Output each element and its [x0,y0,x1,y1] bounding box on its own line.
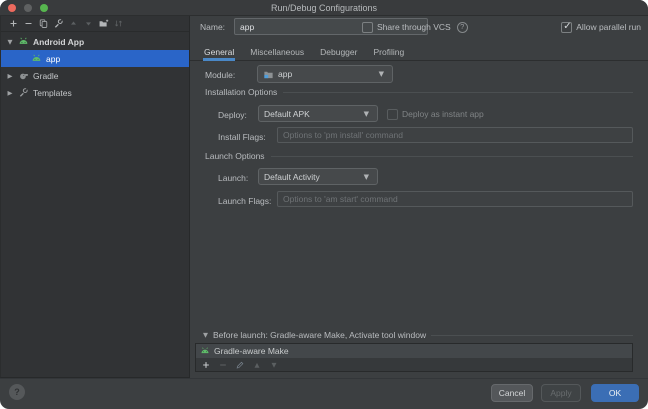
module-dropdown[interactable]: app [257,65,393,83]
sort-configurations-icon [113,18,124,29]
module-value: app [278,69,292,79]
share-vcs-group: Share through VCS [362,20,468,34]
android-icon [18,36,29,47]
config-tabbar: General Miscellaneous Debugger Profiling [190,43,648,61]
copy-configuration-icon[interactable] [38,18,49,29]
chevron-down-icon [364,173,369,181]
share-vcs-label: Share through VCS [377,22,451,32]
traffic-lights [8,4,48,12]
collapse-arrow-icon[interactable] [6,89,14,97]
share-vcs-checkbox[interactable] [362,22,373,33]
footer-separator [0,378,648,379]
android-icon [31,53,42,64]
allow-parallel-group: Allow parallel run [561,20,641,34]
module-folder-icon [263,69,274,80]
close-window-button[interactable] [8,4,16,12]
installation-options-title: Installation Options [205,87,277,97]
titlebar: Run/Debug Configurations [0,0,648,16]
window-title: Run/Debug Configurations [0,0,648,16]
add-task-button[interactable] [201,360,211,370]
help-question-icon[interactable] [457,22,468,33]
before-launch-item-gradle-aware-make[interactable]: Gradle-aware Make [196,344,632,358]
launch-value: Default Activity [264,172,320,182]
launch-options-header: Launch Options [205,151,633,161]
tree-item-android-app[interactable]: Android App [1,33,189,50]
chevron-down-icon [364,110,369,118]
wrench-icon [18,87,29,98]
tab-miscellaneous[interactable]: Miscellaneous [250,43,304,60]
zoom-window-button[interactable] [40,4,48,12]
launch-options-title: Launch Options [205,151,265,161]
ok-button[interactable]: OK [591,384,639,402]
install-flags-input[interactable] [277,127,633,143]
install-flags-label: Install Flags: [218,132,266,142]
launch-flags-label: Launch Flags: [218,196,271,206]
collapse-section-arrow-icon[interactable] [203,331,208,339]
remove-task-icon [218,360,228,370]
minimize-window-button[interactable] [24,4,32,12]
separator-line [271,156,633,157]
deploy-dropdown[interactable]: Default APK [258,105,378,122]
name-label: Name: [200,22,225,32]
tree-item-gradle[interactable]: Gradle [1,67,189,84]
sidebar-toolbar [1,16,189,32]
module-label: Module: [205,70,235,80]
launch-flags-input[interactable] [277,191,633,207]
before-launch-item-label: Gradle-aware Make [214,346,289,356]
help-button[interactable]: ? [9,384,25,400]
move-up-icon [68,18,79,29]
allow-parallel-label: Allow parallel run [576,22,641,32]
edit-defaults-wrench-icon[interactable] [53,18,64,29]
tree-item-label: Android App [33,37,84,47]
before-launch-list: Gradle-aware Make ▲ ▼ [195,343,633,372]
separator-line [283,92,633,93]
tree-item-label: app [46,54,60,64]
tree-item-label: Gradle [33,71,59,81]
allow-parallel-checkbox[interactable] [561,22,572,33]
remove-configuration-button[interactable] [23,18,34,29]
move-task-down-icon: ▼ [269,360,279,370]
separator-line [431,335,633,336]
tree-item-label: Templates [33,88,72,98]
launch-dropdown[interactable]: Default Activity [258,168,378,185]
new-folder-icon[interactable] [98,18,109,29]
deploy-value: Default APK [264,109,310,119]
android-icon [200,346,210,356]
deploy-label: Deploy: [218,110,247,120]
before-launch-title: Before launch: Gradle-aware Make, Activa… [213,330,426,340]
configurations-tree: Android App app Gradle Templa [1,33,189,101]
apply-button[interactable]: Apply [541,384,581,402]
instant-app-checkbox [387,109,398,120]
add-configuration-button[interactable] [8,18,19,29]
cancel-button[interactable]: Cancel [491,384,533,402]
before-launch-toolbar: ▲ ▼ [196,358,632,371]
launch-label: Launch: [218,173,248,183]
tab-debugger[interactable]: Debugger [320,43,357,60]
tab-profiling[interactable]: Profiling [373,43,404,60]
instant-app-group: Deploy as instant app [387,107,484,121]
tree-item-app[interactable]: app [1,50,189,67]
tab-general[interactable]: General [204,43,234,60]
chevron-down-icon [379,70,384,78]
move-task-up-icon: ▲ [252,360,262,370]
tree-item-templates[interactable]: Templates [1,84,189,101]
instant-app-label: Deploy as instant app [402,109,484,119]
expand-arrow-icon[interactable] [6,38,14,46]
gradle-icon [18,70,29,81]
edit-pencil-icon [235,360,245,370]
move-down-icon [83,18,94,29]
run-debug-configurations-dialog: Run/Debug Configurations [0,0,648,409]
configurations-sidebar: Android App app Gradle Templa [0,16,190,378]
collapse-arrow-icon[interactable] [6,72,14,80]
installation-options-header: Installation Options [205,87,633,97]
before-launch-header[interactable]: Before launch: Gradle-aware Make, Activa… [203,330,633,340]
